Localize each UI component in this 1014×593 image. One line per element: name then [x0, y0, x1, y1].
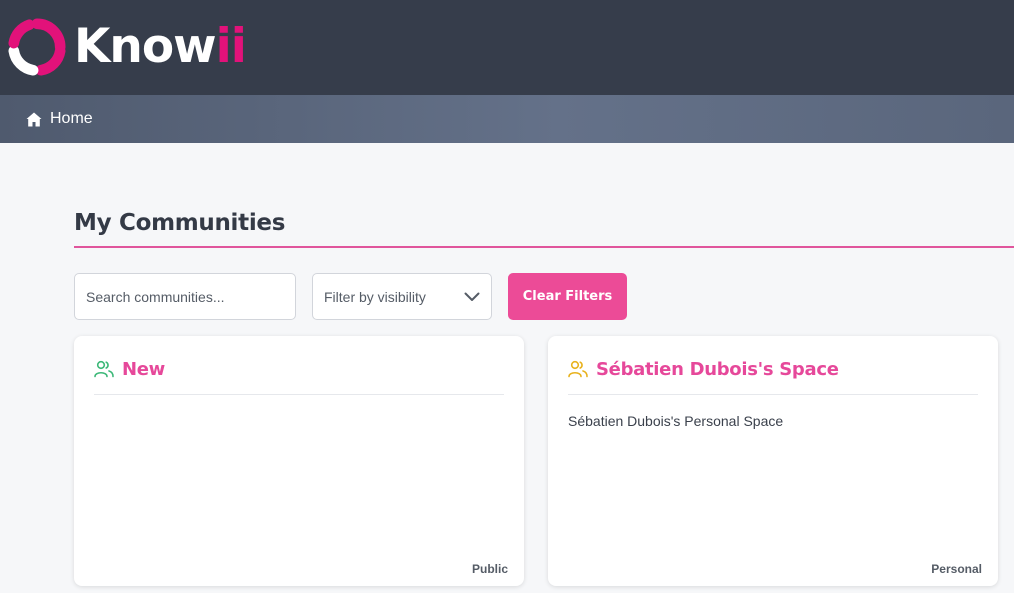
visibility-filter-label: Filter by visibility	[324, 288, 426, 305]
home-icon	[26, 112, 42, 126]
search-input[interactable]	[74, 273, 296, 320]
wordmark-accent: ii	[215, 19, 247, 74]
page-title: My Communities	[74, 210, 286, 236]
top-header: Knowii	[0, 0, 1014, 95]
community-card[interactable]: Sébatien Dubois's Space Sébatien Dubois'…	[548, 336, 998, 586]
home-link[interactable]: Home	[26, 95, 93, 143]
community-description: Sébatien Dubois's Personal Space	[568, 413, 784, 429]
clear-filters-button[interactable]: Clear Filters	[508, 273, 627, 320]
visibility-badge: Personal	[931, 562, 982, 576]
community-card-header: New	[94, 354, 504, 395]
users-icon	[94, 360, 114, 378]
knowii-logo-icon	[8, 18, 66, 76]
community-card[interactable]: New Public	[74, 336, 524, 586]
knowii-logo[interactable]: Knowii	[8, 17, 247, 77]
users-icon	[568, 360, 588, 378]
home-label: Home	[50, 110, 93, 127]
breadcrumb-bar: Home	[0, 95, 1014, 143]
community-title[interactable]: New	[122, 359, 165, 380]
community-title[interactable]: Sébatien Dubois's Space	[596, 359, 839, 380]
visibility-filter-select[interactable]: Filter by visibility	[312, 273, 492, 320]
title-divider	[74, 246, 1014, 248]
visibility-badge: Public	[471, 562, 508, 576]
chevron-down-icon	[464, 292, 480, 301]
wordmark-main: Know	[74, 19, 217, 74]
knowii-wordmark: Knowii	[74, 17, 247, 77]
community-card-header: Sébatien Dubois's Space	[568, 354, 978, 395]
